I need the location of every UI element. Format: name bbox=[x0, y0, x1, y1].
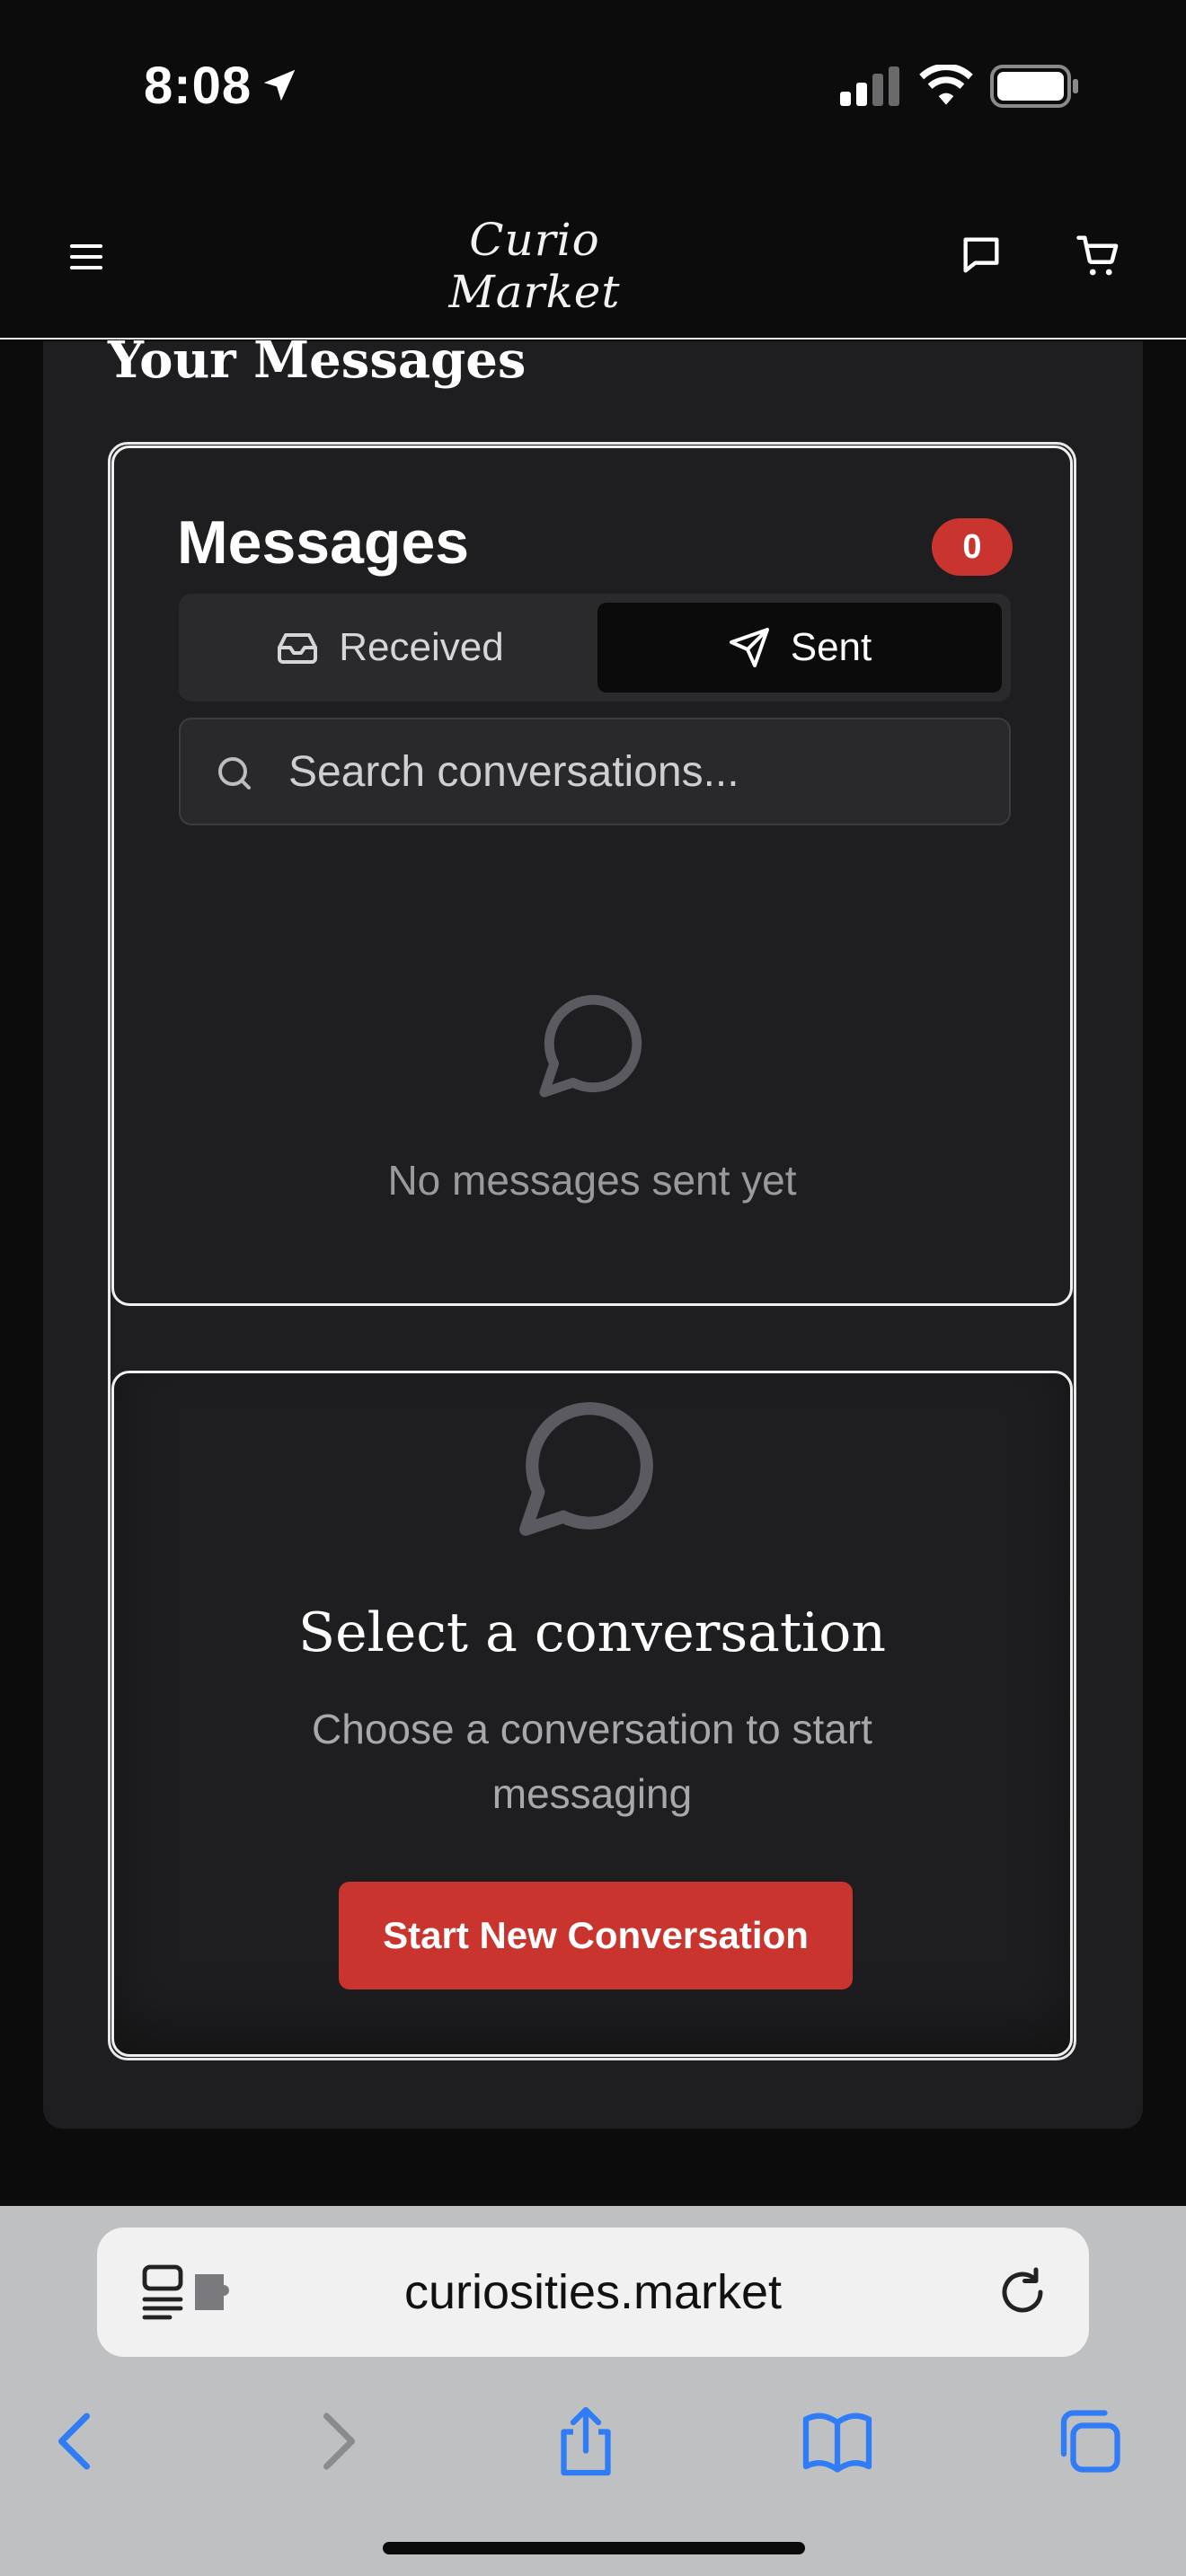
send-icon bbox=[729, 628, 769, 667]
conversation-placeholder-card: Select a conversation Choose a conversat… bbox=[111, 1371, 1073, 2057]
start-new-conversation-button[interactable]: Start New Conversation bbox=[339, 1882, 853, 1989]
inbox-icon bbox=[278, 633, 318, 664]
page-menu-icon[interactable] bbox=[140, 2263, 253, 2321]
address-bar[interactable]: curiosities.market bbox=[97, 2228, 1089, 2357]
cart-icon[interactable] bbox=[1075, 232, 1123, 280]
site-header: Curio Market bbox=[0, 171, 1186, 340]
back-icon[interactable] bbox=[40, 2404, 115, 2479]
menu-icon[interactable] bbox=[65, 235, 108, 278]
search-icon bbox=[218, 757, 251, 790]
status-bar: 8:08 bbox=[0, 0, 1186, 171]
messages-list-card: Messages 0 Received Sent Search conversa… bbox=[111, 446, 1073, 1306]
tab-received-label: Received bbox=[339, 625, 504, 669]
battery-icon bbox=[990, 65, 1078, 108]
select-conversation-title: Select a conversation bbox=[297, 1601, 887, 1664]
unread-count-badge: 0 bbox=[932, 518, 1013, 576]
tab-sent[interactable]: Sent bbox=[597, 603, 1002, 693]
browser-toolbar: curiosities.market bbox=[0, 2206, 1186, 2576]
page-title: Your Messages bbox=[108, 331, 527, 390]
wifi-icon bbox=[919, 65, 973, 105]
search-input[interactable] bbox=[288, 719, 989, 824]
empty-state-text: No messages sent yet bbox=[387, 1157, 797, 1204]
location-arrow-icon bbox=[263, 69, 296, 101]
status-time: 8:08 bbox=[144, 57, 252, 115]
browser-nav-row bbox=[0, 2384, 1186, 2483]
tabs-icon[interactable] bbox=[1051, 2404, 1127, 2479]
reload-icon[interactable] bbox=[996, 2265, 1049, 2319]
tab-received[interactable]: Received bbox=[188, 603, 592, 693]
message-circle-icon bbox=[539, 994, 642, 1098]
messages-page-panel: Your Messages Messages 0 Received Sent S… bbox=[43, 331, 1143, 2129]
tab-sent-label: Sent bbox=[790, 625, 872, 669]
select-conversation-subtitle: Choose a conversation to start messaging bbox=[312, 1706, 872, 1817]
forward-icon[interactable] bbox=[298, 2404, 374, 2479]
message-tabs: Received Sent bbox=[179, 594, 1011, 701]
bookmarks-icon[interactable] bbox=[800, 2404, 875, 2479]
messages-heading: Messages bbox=[177, 508, 470, 577]
share-icon[interactable] bbox=[548, 2404, 624, 2479]
url-text[interactable]: curiosities.market bbox=[277, 2228, 909, 2357]
cellular-signal-icon bbox=[840, 66, 899, 106]
message-circle-icon bbox=[519, 1402, 653, 1536]
chat-icon[interactable] bbox=[958, 232, 1005, 278]
brand-logo[interactable]: Curio Market bbox=[386, 214, 683, 318]
search-box bbox=[179, 718, 1011, 825]
home-indicator bbox=[383, 2542, 805, 2554]
